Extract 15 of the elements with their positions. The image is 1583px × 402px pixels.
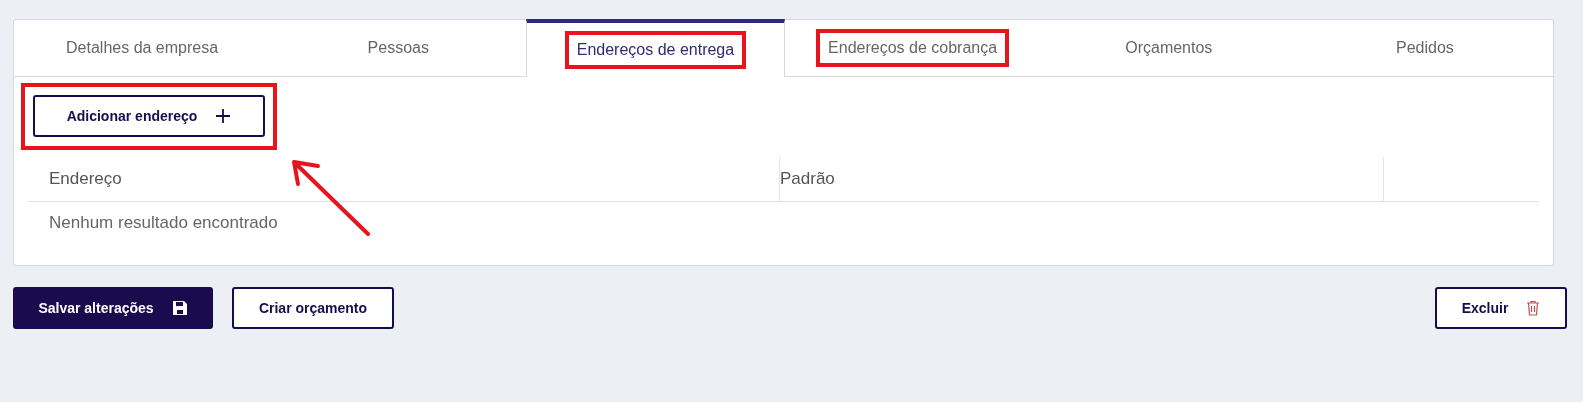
tab[interactable]: Pessoas — [270, 20, 527, 77]
save-button[interactable]: Salvar alterações — [13, 287, 213, 329]
column-header: Endereço — [49, 169, 122, 189]
empty-message: Nenhum resultado encontrado — [48, 212, 279, 234]
add-address-button[interactable]: Adicionar endereço — [33, 95, 265, 137]
column-header: Padrão — [780, 169, 835, 189]
plus-icon — [215, 108, 232, 124]
delete-button[interactable]: Excluir — [1435, 287, 1567, 329]
tab[interactable]: Detalhes da empresa — [14, 20, 271, 77]
trash-icon — [1526, 300, 1541, 316]
tab[interactable]: Endereços de entrega — [526, 19, 785, 77]
create-quote-button[interactable]: Criar orçamento — [232, 287, 394, 329]
tab[interactable]: Orçamentos — [1040, 20, 1297, 77]
tab[interactable]: Endereços de cobrança — [784, 20, 1041, 77]
tab[interactable]: Pedidos — [1296, 20, 1554, 77]
